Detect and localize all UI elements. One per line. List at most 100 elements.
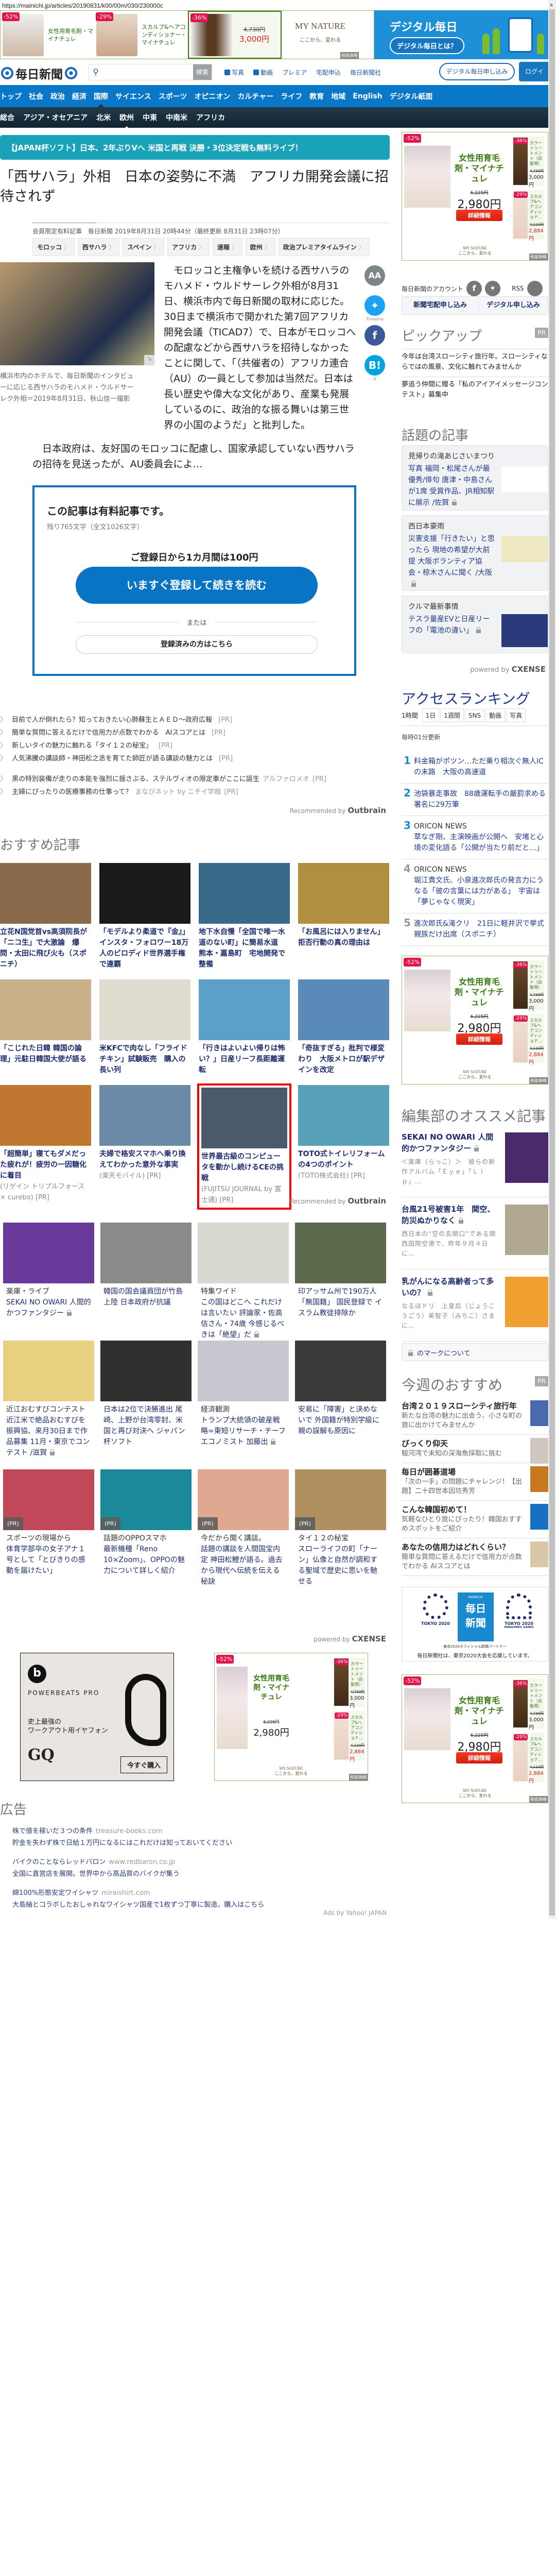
beats-ad[interactable]: b POWERBEATS PRO 史上最強の ワークアウト用イヤフォン GQ 今す… [20, 1653, 174, 1781]
twitter-share-button[interactable]: ✦ Timeline [364, 295, 385, 321]
company-link[interactable]: 毎日新聞社 [350, 68, 381, 77]
ranking-item[interactable]: 5 進次郎氏&滝クリ 21日に軽井沢で挙式 親族だけ出席（スポニチ） [402, 913, 548, 946]
nav-item[interactable]: 教育 [309, 91, 324, 101]
rss-link[interactable]: RSS [512, 285, 524, 292]
sidebar-ad[interactable]: -52% 女性用育毛剤・マイナチュレ 6,225円 2,980円 詳細情報 -36% カラー… [402, 1674, 548, 1803]
address-bar-url[interactable]: https://mainichi.jp/articles/20190831/k0… [2, 2, 163, 9]
subnav-item[interactable]: 北米 [96, 112, 111, 123]
cxense-card[interactable]: 印アッサム州で190万人「無国籍」 国民登録で イスラム教徒排除か [295, 1223, 386, 1341]
ranking-tab[interactable]: 写真 [506, 708, 526, 722]
topic-tag[interactable]: 速報 [213, 238, 242, 256]
editors-item[interactable]: 乳がんになる高齢者って多いの？ なるほドリ 上皇后（じょうこうごう）美智子（みちこ… [402, 1269, 548, 1342]
digital-subscribe-button[interactable]: デジタル申し込み [479, 297, 548, 314]
weekly-item[interactable]: こんな韓国初めて！ 気軽なひとり旅にぴったり！韓国おすすめスポットをご紹介 [402, 1501, 548, 1538]
member-login-button[interactable]: 登録済みの方はこちら [76, 635, 318, 654]
detail-button[interactable]: 詳細情報 [456, 1033, 502, 1045]
scroll-up-arrow-icon[interactable]: ▲ [550, 2, 553, 7]
topic-tag[interactable]: モロッコ [32, 238, 75, 256]
ranking-tab[interactable]: SNS [464, 709, 485, 722]
subscribe-button[interactable]: デジタル毎日申し込み [439, 63, 515, 80]
hatena-bookmark-button[interactable]: B! 0 [364, 355, 385, 381]
search-button[interactable]: 検索 [193, 64, 212, 80]
mini-product[interactable]: -29% スカルプ&ヘアコンディショナ… 4,110円 2,884円 [512, 1014, 544, 1065]
editors-item[interactable]: SEKAI NO OWARI 人間的かつファンタジー ＜楽庫（らっこ）＞ 彼らの新… [402, 1125, 548, 1197]
topic-tag[interactable]: アフリカ [167, 238, 210, 256]
mini-product[interactable]: -36% カラートリートメント（白髪用） 4,730円 3,000円 [512, 137, 544, 188]
ad-product-featured[interactable]: -36% 4,730円 3,000円 [188, 11, 282, 59]
ad-title[interactable]: 株で億を稼いだ３つの条件 [12, 1827, 93, 1835]
outbrain-attribution[interactable]: Recommended by Outbrain [257, 806, 386, 815]
weekly-item[interactable]: 毎日が囲碁道場 「次の一手」の問題にチャレンジ！【出題】二十四世本因坊秀芳 [402, 1463, 548, 1501]
ranking-item[interactable]: 4 ORICON NEWS 堀江貴文氏、小泉進次郎氏の発言力にうなる「彼の言葉には力… [402, 859, 548, 913]
cxense-card[interactable]: 経済観測 トランプ大統領の破産戦略=東短リサーチ・チーフエコノミスト 加藤出 [198, 1341, 289, 1469]
expand-icon[interactable]: ↘ [144, 355, 154, 365]
recommended-card[interactable]: 「超簡単」寝てもダメだった疲れが！疲労の一因糖化に着目 (リゲイン トリプルフォー… [0, 1085, 91, 1208]
nav-item[interactable]: オピニオン [194, 91, 230, 101]
register-button[interactable]: いますぐ登録して続きを読む [76, 567, 318, 604]
mini-product[interactable]: -29% スカルプ&ヘアコンディショナ… 4,110円 2,884円 [512, 190, 544, 242]
topic-card[interactable]: 西日本豪雨 災害支援「行きたい」と思ったら 現地の希望が大前提 大阪ボランティア協… [402, 515, 548, 591]
lock-mark-info[interactable]: のマークについて [402, 1343, 548, 1361]
mynature-ad[interactable]: -52% 女性用育毛剤・マイナチュレ 6,225円 2,980円 -36% カラートリート… [214, 1653, 368, 1781]
login-button[interactable]: ログイン [519, 62, 548, 95]
subnav-item[interactable]: アジア・オセアニア [23, 112, 88, 123]
mini-product[interactable]: -29% スカルプ&ヘアコンディショナ… 4,110円 2,884円 [512, 1733, 544, 1784]
ads-provider[interactable]: Ads by Yahoo! JAPAN [323, 1909, 387, 1917]
mini-product[interactable]: -29% スカルプ&ヘアコンディショナ… 4,110円 2,884円 [333, 1711, 365, 1762]
font-size-button[interactable]: AA [364, 265, 385, 286]
buy-now-button[interactable]: 今すぐ購入 [120, 1756, 167, 1773]
detail-button[interactable]: 詳細情報 [456, 210, 502, 221]
recommended-card[interactable]: 立花N国党首vs高須院長が「ニコ生」で大激論 爆問・太田に飛び火も（スポニチ） [0, 863, 91, 970]
weekly-item[interactable]: 台湾２０１９スローシティ旅行年 新たな台湾の魅力に出会う、小さな町の旅に出かけてみ… [402, 1397, 548, 1435]
ranking-tab[interactable]: 1週間 [440, 708, 464, 722]
subnav-item[interactable]: 欧州 [119, 112, 134, 130]
twitter-icon[interactable]: ✦ [485, 281, 501, 296]
mini-product[interactable]: -36% カラートリートメント（白髪用） 4,730円 3,000円 [333, 1657, 365, 1709]
topic-tag[interactable]: 西サハラ [77, 238, 120, 256]
ad-product[interactable]: -52% 女性用育毛剤・マイナチュレ [1, 11, 94, 59]
pickup-item[interactable]: 今年は台湾スローシティ旅行年。スローシティならではの風景、文化に触れてみませんか [402, 349, 548, 377]
sponsored-link[interactable]: 人気沸騰の講談師・神田松之丞を育てた師匠が語る講談の魅力とは [PR] [0, 753, 390, 766]
recommended-card[interactable]: TOTO式トイレリフォームの4つのポイント (TOTO株式会社) [PR] [298, 1085, 389, 1208]
nav-item[interactable]: デジタル紙面 [390, 91, 433, 101]
sponsored-link[interactable]: 黒の特別装備が走りの本能を強烈に揺さぶる、ステルヴィオの限定車がここに誕生アルフ… [0, 774, 390, 787]
subnav-item[interactable]: アフリカ [196, 112, 225, 123]
cxense-card[interactable]: 楽庫・ライブ SEKAI NO OWARI 人間的かつファンタジー [3, 1223, 94, 1341]
subnav-item[interactable]: 総合 [0, 112, 14, 123]
cxense-card[interactable]: (PR) スポーツの現場から 体育学部卒の女子アナ１号として「とびきりの感動を届けた… [3, 1469, 94, 1614]
topic-card[interactable]: 見帰りの滝あじさいまつり 写真 福岡・松尾さんが最優秀/俳句 唐津・中島さんが1席… [402, 445, 548, 511]
ad-title[interactable]: バイクのことならレッドバロン [12, 1858, 106, 1866]
outbrain-attribution[interactable]: Recommended by Outbrain [257, 1196, 386, 1206]
topic-tag[interactable]: 欧州 [245, 238, 275, 256]
sponsored-link[interactable]: 簡単な質問に答えるだけで信用力が点数でわかる AIスコアとは [PR] [0, 727, 390, 740]
page-scrollbar[interactable]: ▲ [548, 0, 556, 1919]
tokyo2020-partner-box[interactable]: TOKYO 2020 MAINICHI 毎日新聞 TOKYO 2020 PARALY… [402, 1587, 548, 1662]
ad-title[interactable]: 綿100%形態安定ワイシャツ [12, 1889, 98, 1897]
scrollbar-thumb[interactable] [549, 9, 555, 1916]
sidebar-ad[interactable]: -52% 女性用育毛剤・マイナチュレ 6,225円 2,980円 詳細情報 -36% カラー… [402, 956, 548, 1084]
text-ad[interactable]: 株で億を稼いだ３つの条件 treasure-books.com 貯金を失わず株で日給… [12, 1825, 264, 1847]
mini-product[interactable]: -36% カラートリートメント（白髪用） 4,730円 3,000円 [512, 960, 544, 1012]
nav-item[interactable]: サイエンス [115, 91, 151, 101]
facebook-icon[interactable]: f [466, 281, 482, 296]
pickup-item[interactable]: 夢追う仲間に贈る「私のアイアイメッセージコンテスト」募集中 [402, 377, 548, 403]
weekly-item[interactable]: あなたの信用力はどれくらい？ 簡単な質問に答えるだけで信用力が点数でわかる AIス… [402, 1538, 548, 1576]
recommended-card[interactable]: 世界最古級のコンピュータを動かし続けるCEの挑戦 (FUJITSU JOURNAL… [197, 1083, 291, 1210]
premier-link[interactable]: プレミア [282, 68, 307, 77]
nav-item[interactable]: 社会 [29, 91, 43, 101]
digital-about-button[interactable]: デジタル毎日とは？ [390, 37, 464, 54]
detail-button[interactable]: 詳細情報 [456, 1752, 502, 1764]
weekly-item[interactable]: びっくり仰天 駿河湾で未知の深海魚採取に挑む [402, 1435, 548, 1464]
topic-card[interactable]: クルマ最新事情 テスラ量産EVと日産リーフの「電池の違い」 [402, 596, 548, 653]
search-input[interactable] [102, 64, 193, 80]
nav-item[interactable]: ライフ [281, 91, 302, 101]
topic-tag[interactable]: スペイン [123, 238, 165, 256]
ranking-item[interactable]: 2 池袋暴走事故 88歳運転手の厳罰求める署名に29万筆 [402, 784, 548, 816]
cxense-card[interactable]: 安易に「障害」と決めないで 外国籍が特別学級に 親の誤解も原因に [295, 1341, 386, 1469]
ranking-tab[interactable]: 動画 [485, 708, 506, 722]
nav-item[interactable]: 経済 [72, 91, 86, 101]
nav-item[interactable]: カルチャー [237, 91, 273, 101]
nav-item[interactable]: トップ [0, 91, 22, 101]
cxense-card[interactable]: (PR) タイ１２の秘宝 スローライフの町「ナーン」仏像と自然が調和する聖域で歴史に… [295, 1469, 386, 1614]
editors-item[interactable]: 台風21号被害1年 関空、防災ぬかりなく 西日本の“空の玄関口”である関西国際空港… [402, 1197, 548, 1269]
